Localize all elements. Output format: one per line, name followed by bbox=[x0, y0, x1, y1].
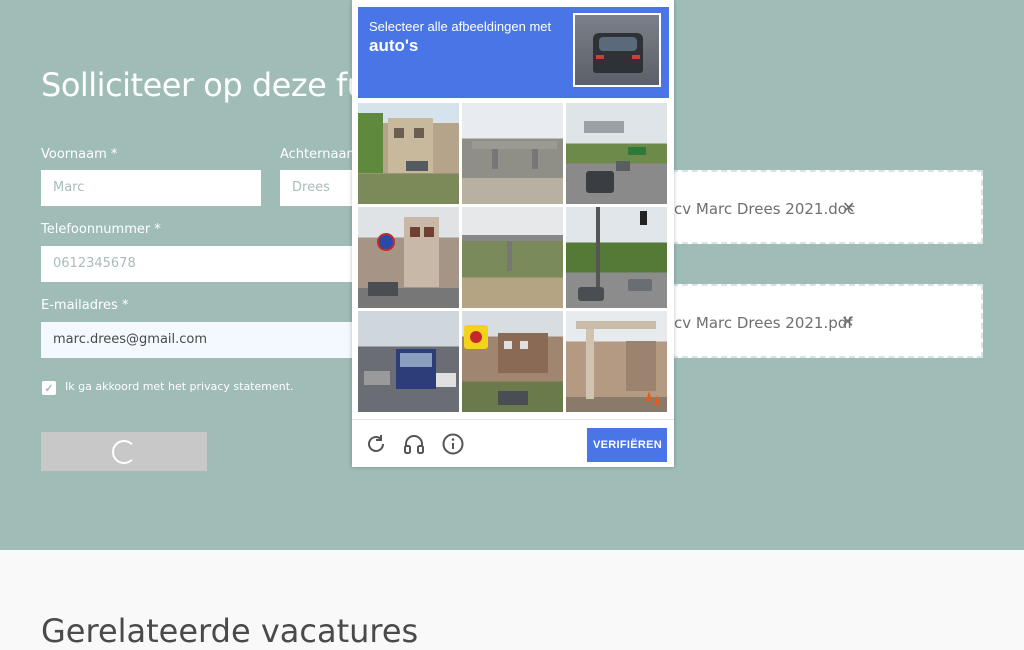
captcha-footer: VERIFIËREN bbox=[352, 419, 674, 468]
first-name-label: Voornaam * bbox=[41, 147, 118, 162]
checkmark-icon: ✓ bbox=[44, 382, 54, 395]
captcha-tile[interactable] bbox=[462, 103, 563, 204]
captcha-tile[interactable] bbox=[462, 207, 563, 308]
remove-file-icon[interactable]: ✕ bbox=[841, 312, 854, 332]
captcha-tile[interactable] bbox=[566, 207, 667, 308]
email-field[interactable]: marc.drees@gmail.com bbox=[41, 322, 352, 358]
phone-label: Telefoonnummer * bbox=[41, 222, 161, 237]
first-name-field[interactable]: Marc bbox=[41, 170, 261, 206]
captcha-tile[interactable] bbox=[566, 311, 667, 412]
captcha-dialog: Selecteer alle afbeeldingen met auto's V… bbox=[352, 0, 674, 467]
refresh-icon[interactable] bbox=[364, 432, 388, 456]
page-title: Solliciteer op deze fu bbox=[41, 66, 367, 104]
captcha-tile[interactable] bbox=[462, 311, 563, 412]
submit-button[interactable] bbox=[41, 432, 207, 471]
example-car-image bbox=[573, 13, 661, 87]
upload-filename: cv Marc Drees 2021.doc bbox=[674, 200, 856, 218]
captcha-image-grid bbox=[358, 103, 669, 414]
captcha-tile[interactable] bbox=[358, 311, 459, 412]
captcha-target: auto's bbox=[369, 36, 419, 55]
info-icon[interactable] bbox=[441, 432, 465, 456]
upload-filename: cv Marc Drees 2021.pdf bbox=[674, 314, 853, 332]
phone-field[interactable]: 0612345678 bbox=[41, 246, 352, 282]
privacy-checkbox[interactable]: ✓ bbox=[42, 381, 56, 395]
headphones-icon[interactable] bbox=[402, 432, 426, 456]
upload-slot-pdf: cv Marc Drees 2021.pdf ✕ bbox=[672, 284, 983, 358]
captcha-tile[interactable] bbox=[566, 103, 667, 204]
captcha-instruction: Selecteer alle afbeeldingen met bbox=[369, 19, 552, 34]
verify-button[interactable]: VERIFIËREN bbox=[587, 428, 667, 462]
captcha-tile[interactable] bbox=[358, 207, 459, 308]
upload-slot-doc: cv Marc Drees 2021.doc ✕ bbox=[672, 170, 983, 244]
privacy-label: Ik ga akkoord met het privacy statement. bbox=[65, 380, 294, 393]
captcha-header: Selecteer alle afbeeldingen met auto's bbox=[358, 7, 669, 98]
captcha-tile[interactable] bbox=[358, 103, 459, 204]
email-label: E-mailadres * bbox=[41, 298, 129, 313]
last-name-field[interactable]: Drees bbox=[280, 170, 352, 206]
remove-file-icon[interactable]: ✕ bbox=[842, 198, 855, 218]
related-vacancies-title: Gerelateerde vacatures bbox=[41, 612, 419, 650]
loading-spinner-icon bbox=[112, 440, 136, 464]
last-name-label: Achternaam bbox=[280, 147, 360, 162]
